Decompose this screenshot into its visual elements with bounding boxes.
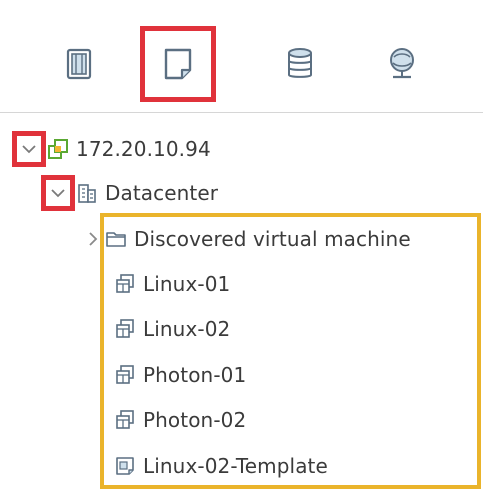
vcenter-icon	[46, 137, 70, 161]
folder-expand-toggle[interactable]	[82, 221, 104, 257]
vcenter-label: 172.20.10.94	[76, 137, 211, 161]
tree-node-vm[interactable]: Linux-02	[113, 307, 230, 351]
chevron-right-icon	[89, 232, 98, 246]
tree-node-vm[interactable]: Linux-01	[113, 262, 230, 306]
networking-icon	[390, 48, 414, 79]
vm-label: Linux-01	[143, 272, 231, 296]
navigator-tabs	[0, 0, 483, 112]
tree-node-vcenter[interactable]: 172.20.10.94	[12, 127, 211, 171]
datacenter-label: Datacenter	[105, 181, 219, 205]
tree-node-datacenter[interactable]: Datacenter	[41, 171, 218, 215]
tabs-divider	[0, 112, 483, 113]
tree-node-folder[interactable]: Discovered virtual machine	[82, 217, 411, 261]
tab-vms-templates[interactable]	[140, 26, 216, 102]
vm-label: Photon-01	[143, 363, 247, 387]
datacenter-icon	[75, 181, 99, 205]
hosts-clusters-icon	[66, 48, 92, 80]
vm-label: Linux-02	[143, 317, 231, 341]
vm-icon	[113, 408, 137, 432]
template-icon	[113, 454, 137, 478]
vm-label: Photon-02	[143, 408, 247, 432]
vm-icon	[113, 363, 137, 387]
datacenter-expand-toggle[interactable]	[41, 175, 75, 211]
vms-templates-icon	[164, 48, 192, 80]
tree-node-vm[interactable]: Photon-01	[113, 353, 246, 397]
tab-hosts-clusters[interactable]	[41, 26, 117, 102]
vm-icon	[113, 317, 137, 341]
template-label: Linux-02-Template	[143, 454, 328, 478]
chevron-down-icon	[51, 189, 65, 198]
tab-networking[interactable]	[364, 26, 440, 102]
storage-icon	[288, 48, 312, 78]
vcenter-expand-toggle[interactable]	[12, 131, 46, 167]
tree-node-vm[interactable]: Photon-02	[113, 398, 246, 442]
folder-icon	[104, 227, 128, 251]
tree-node-template[interactable]: Linux-02-Template	[113, 444, 328, 488]
vm-icon	[113, 272, 137, 296]
chevron-down-icon	[22, 145, 36, 154]
folder-label: Discovered virtual machine	[134, 227, 411, 251]
tab-storage[interactable]	[262, 26, 338, 102]
